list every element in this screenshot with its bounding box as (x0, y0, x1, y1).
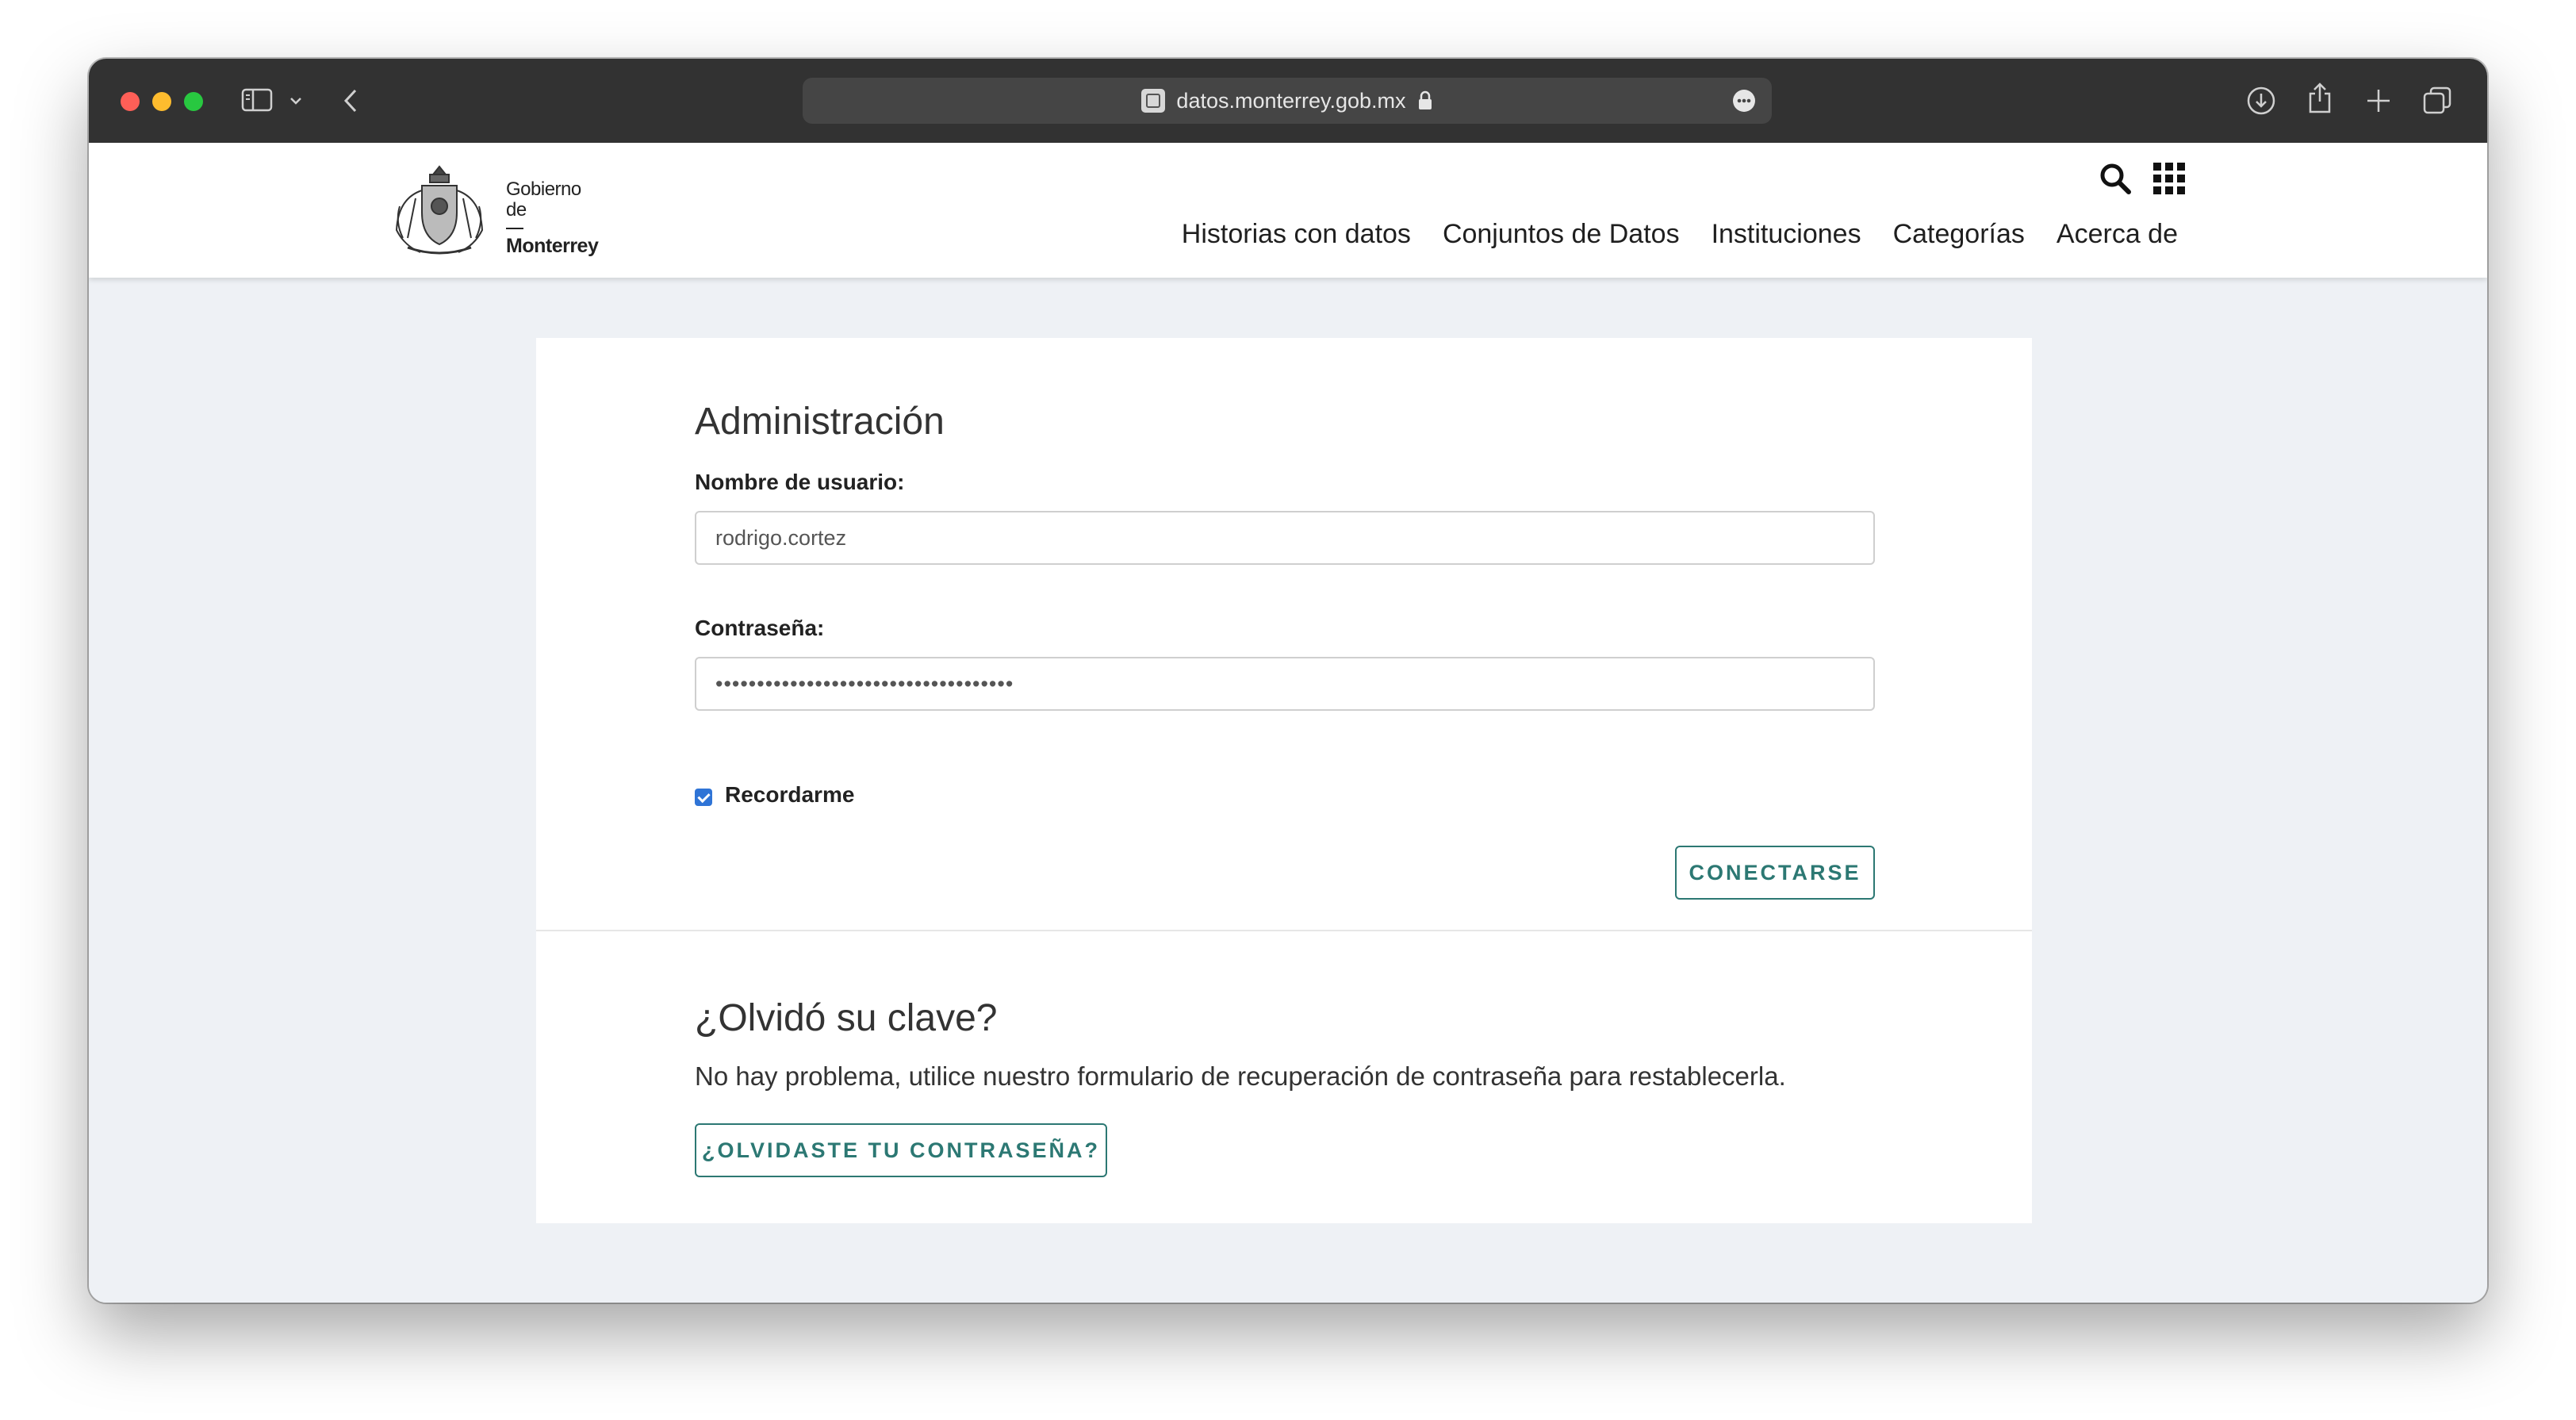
zoom-window-button[interactable] (184, 92, 203, 111)
nav-historias-con-datos[interactable]: Historias con datos (1182, 219, 1411, 250)
minimize-window-button[interactable] (152, 92, 171, 111)
forgot-password-title: ¿Olvidó su clave? (695, 997, 998, 1039)
address-bar[interactable]: datos.monterrey.gob.mx (803, 78, 1772, 124)
page-content: Gobierno de Monterrey Historias con dato… (89, 143, 2487, 1303)
logo-line-monterrey: Monterrey (506, 235, 599, 257)
section-divider (536, 930, 2032, 931)
forgot-password-button[interactable]: ¿OLVIDASTE TU CONTRASEÑA? (695, 1123, 1107, 1177)
logo-line-de: de (506, 199, 527, 221)
monterrey-coat-of-arms-logo[interactable] (384, 159, 495, 262)
remember-me[interactable]: Recordarme (695, 782, 854, 808)
remember-me-label: Recordarme (725, 782, 855, 807)
back-arrow-icon[interactable] (341, 87, 360, 114)
login-card: Administración Nombre de usuario: Contra… (536, 338, 2032, 1223)
more-options-icon[interactable] (1732, 89, 1756, 113)
logo-line-gobierno: Gobierno (506, 178, 581, 200)
main-nav: Historias con datos Conjuntos de Datos I… (1182, 219, 2178, 250)
logo-dash (506, 228, 523, 229)
logo-text: Gobierno de Monterrey (506, 178, 599, 257)
password-input[interactable] (695, 657, 1875, 711)
tab-overview-icon[interactable] (2422, 86, 2452, 116)
url-text: datos.monterrey.gob.mx (1176, 88, 1406, 113)
apps-grid-icon[interactable] (2152, 162, 2186, 195)
nav-categorias[interactable]: Categorías (1893, 219, 2025, 250)
browser-titlebar: datos.monterrey.gob.mx (89, 59, 2487, 143)
password-label: Contraseña: (695, 616, 825, 640)
chevron-down-icon[interactable] (289, 95, 303, 106)
share-icon[interactable] (2306, 81, 2333, 114)
lock-icon (1418, 90, 1432, 109)
search-icon[interactable] (2099, 162, 2132, 195)
header-icons (2099, 162, 2186, 195)
nav-acerca-de[interactable]: Acerca de (2057, 219, 2178, 250)
login-submit-button[interactable]: CONECTARSE (1675, 846, 1875, 900)
nav-conjuntos-de-datos[interactable]: Conjuntos de Datos (1443, 219, 1680, 250)
username-input[interactable] (695, 511, 1875, 565)
site-header: Gobierno de Monterrey Historias con dato… (89, 143, 2487, 278)
page-title: Administración (695, 401, 945, 443)
close-window-button[interactable] (121, 92, 140, 111)
new-tab-icon[interactable] (2365, 87, 2392, 114)
browser-window: datos.monterrey.gob.mx Gobierno de Monte… (89, 59, 2487, 1303)
downloads-icon[interactable] (2246, 86, 2276, 116)
nav-instituciones[interactable]: Instituciones (1712, 219, 1861, 250)
remember-me-checkbox[interactable] (695, 789, 712, 806)
username-label: Nombre de usuario: (695, 470, 905, 494)
site-favicon-icon (1141, 89, 1166, 113)
sidebar-toggle-icon[interactable] (241, 87, 273, 113)
forgot-password-text: No hay problema, utilice nuestro formula… (695, 1061, 1786, 1091)
